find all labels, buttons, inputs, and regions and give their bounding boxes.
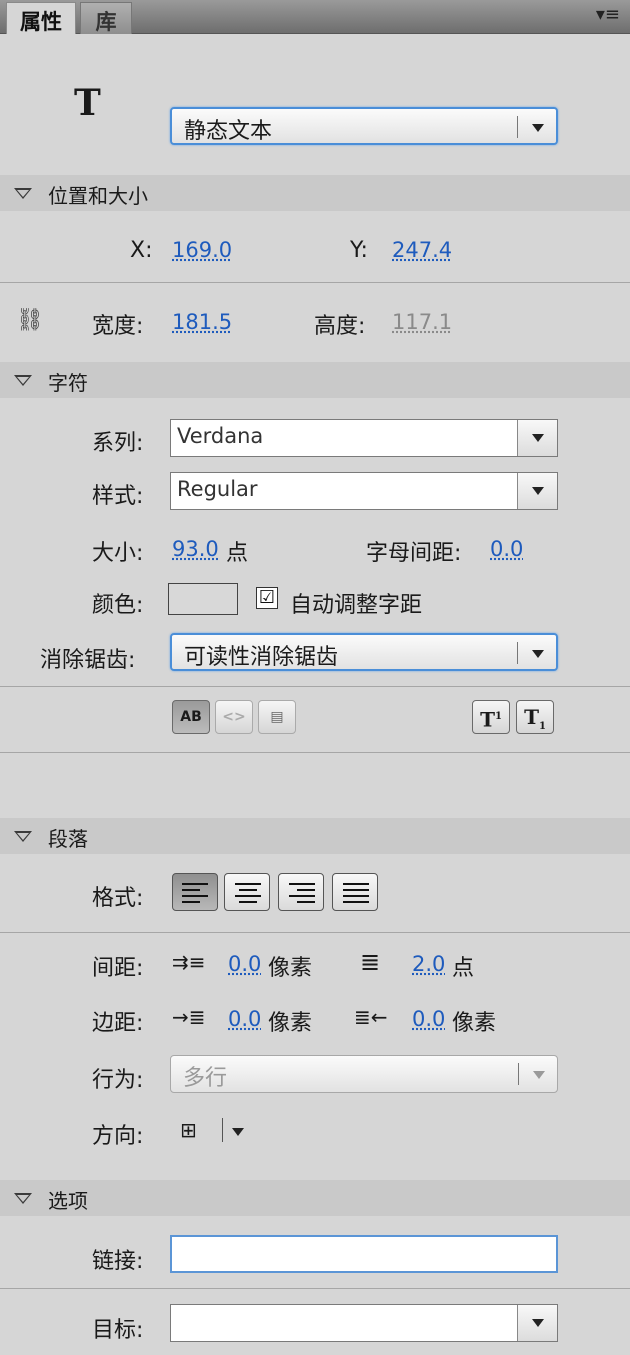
chevron-down-icon [533,1071,545,1079]
indent-value[interactable]: 0.0 [228,952,261,976]
chevron-down-icon[interactable] [517,1305,557,1341]
style-label: 样式: [92,484,144,509]
autokern-label: 自动调整字距 [290,593,423,618]
line-spacing-icon: ≣ [360,948,381,976]
chevron-down-icon [532,650,544,658]
collapse-triangle-icon [14,1193,32,1204]
behavior-label: 行为: [92,1068,144,1093]
letter-spacing-value[interactable]: 0.0 [490,537,523,561]
height-value: 117.1 [392,310,453,334]
section-position-size[interactable]: 位置和大小 [0,175,630,211]
left-margin-value[interactable]: 0.0 [228,1007,261,1031]
chevron-down-icon[interactable] [517,473,557,509]
selectable-text-button[interactable]: AB [172,700,210,734]
y-label: Y: [350,238,368,263]
dropdown-separator [517,116,518,138]
y-value[interactable]: 247.4 [392,238,452,262]
link-label: 链接: [92,1249,144,1274]
spacing-label: 间距: [92,956,144,981]
section-title: 位置和大小 [48,184,148,208]
chevron-down-icon [532,124,544,132]
superscript-mark: 1 [494,711,502,722]
font-family-value: Verdana [177,424,264,448]
target-select[interactable] [170,1304,558,1342]
collapse-triangle-icon [14,831,32,842]
align-left-button[interactable] [172,873,218,911]
text-direction-icon[interactable]: ⊞ [180,1118,197,1142]
line-spacing-value[interactable]: 2.0 [412,952,445,976]
align-center-button[interactable] [224,873,270,911]
section-options[interactable]: 选项 [0,1180,630,1216]
collapse-triangle-icon [14,188,32,199]
superscript-glyph: T [480,707,495,732]
behavior-value: 多行 [183,1066,228,1091]
font-style-select[interactable]: Regular [170,472,558,510]
margin-label: 边距: [92,1011,144,1036]
antialias-dropdown[interactable]: 可读性消除锯齿 [170,633,558,671]
divider [0,752,630,753]
antialias-label: 消除锯齿: [40,648,136,673]
text-type-dropdown[interactable]: 静态文本 [170,107,558,145]
right-margin-icon: ≣← [354,1005,388,1029]
divider [0,1288,630,1289]
width-value[interactable]: 181.5 [172,310,232,334]
section-title: 选项 [48,1189,88,1213]
font-style-value: Regular [177,477,258,501]
behavior-dropdown: 多行 [170,1055,558,1093]
width-label: 宽度: [92,314,144,339]
left-margin-unit: 像素 [268,1011,313,1036]
dropdown-separator [518,1063,519,1085]
target-label: 目标: [92,1318,144,1343]
color-label: 颜色: [92,593,144,618]
section-title: 段落 [48,827,88,851]
format-label: 格式: [92,886,144,911]
link-chain-icon[interactable]: ⛓ [16,308,44,333]
link-input[interactable] [170,1235,558,1273]
direction-label: 方向: [92,1124,144,1149]
right-margin-value[interactable]: 0.0 [412,1007,445,1031]
divider [0,686,630,687]
section-paragraph[interactable]: 段落 [0,818,630,854]
text-color-swatch[interactable] [168,583,238,615]
tab-library[interactable]: 库 [80,2,132,34]
section-title: 字符 [48,371,88,395]
subscript-mark: 1 [538,721,546,732]
height-label: 高度: [314,314,366,339]
size-unit: 点 [226,541,249,566]
tab-properties[interactable]: 属性 [6,2,76,34]
panel-menu-icon[interactable]: ▾≡ [596,4,620,25]
text-type-value: 静态文本 [184,119,273,144]
size-label: 大小: [92,541,144,566]
letter-spacing-label: 字母间距: [366,541,462,566]
align-right-button[interactable] [278,873,324,911]
indent-unit: 像素 [268,956,313,981]
chevron-down-icon[interactable] [232,1128,244,1136]
indent-icon: ⇉≡ [172,950,206,974]
text-tool-icon: T [74,82,101,124]
render-html-button: <> [215,700,253,734]
subscript-glyph: T [524,705,539,729]
font-family-select[interactable]: Verdana [170,419,558,457]
family-label: 系列: [92,431,144,456]
antialias-value: 可读性消除锯齿 [184,645,339,670]
superscript-button[interactable]: T1 [472,700,510,734]
x-label: X: [130,238,153,263]
divider [0,932,630,933]
direction-separator [222,1118,223,1142]
subscript-button[interactable]: T1 [516,700,554,734]
left-margin-icon: →≣ [172,1005,206,1029]
collapse-triangle-icon [14,375,32,386]
line-spacing-unit: 点 [452,956,475,981]
align-justify-button[interactable] [332,873,378,911]
right-margin-unit: 像素 [452,1011,497,1036]
size-value[interactable]: 93.0 [172,537,219,561]
divider [0,282,630,283]
autokern-checkbox[interactable]: ☑ [256,587,278,609]
dropdown-separator [517,642,518,664]
chevron-down-icon[interactable] [517,420,557,456]
show-border-button[interactable]: ▤ [258,700,296,734]
section-character[interactable]: 字符 [0,362,630,398]
x-value[interactable]: 169.0 [172,238,232,262]
